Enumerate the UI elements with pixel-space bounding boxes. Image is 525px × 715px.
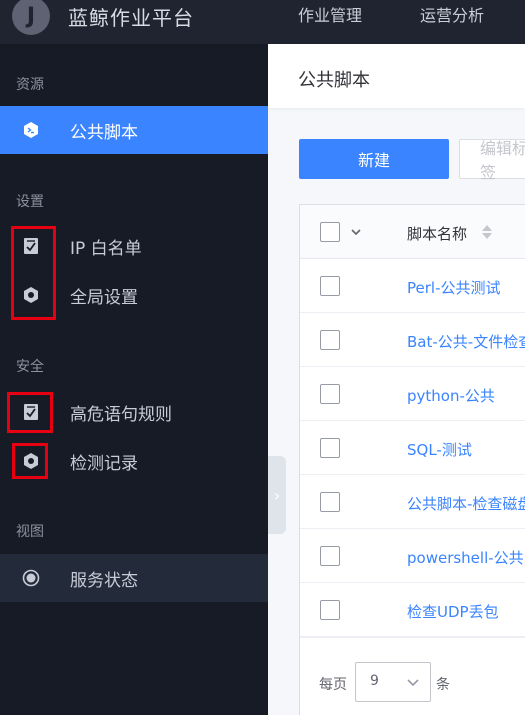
new-button[interactable]: 新建 bbox=[299, 139, 449, 179]
row-checkbox[interactable] bbox=[320, 600, 340, 620]
table-row[interactable]: 公共脚本-检查磁盘 bbox=[300, 475, 525, 529]
sidebar-group-security: 安全 bbox=[16, 359, 44, 375]
row-checkbox[interactable] bbox=[320, 276, 340, 296]
sidebar-collapse-handle[interactable]: › bbox=[268, 456, 286, 534]
chevron-down-icon bbox=[407, 679, 419, 687]
table-row[interactable]: SQL-测试 bbox=[300, 421, 525, 475]
sidebar-item-public-script[interactable]: 公共脚本 bbox=[0, 106, 268, 154]
script-name-link[interactable]: Perl-公共测试 bbox=[407, 277, 501, 298]
top-bar: J 蓝鲸作业平台 作业管理 运营分析 bbox=[0, 0, 525, 44]
radio-icon bbox=[22, 569, 40, 587]
sidebar-item-label: IP 白名单 bbox=[70, 238, 142, 259]
sidebar-item-label: 全局设置 bbox=[70, 287, 138, 308]
nav-job-management[interactable]: 作业管理 bbox=[298, 2, 362, 26]
script-name-link[interactable]: python-公共 bbox=[407, 385, 495, 406]
script-name-link[interactable]: Bat-公共-文件检查 bbox=[407, 331, 525, 352]
select-all-checkbox[interactable] bbox=[320, 222, 340, 242]
sidebar: 资源 公共脚本 设置 IP 白名单 全局设置 安全 高危语句规则 检测记录 视图 bbox=[0, 44, 268, 715]
page-header: 公共脚本 bbox=[268, 44, 525, 108]
script-name-link[interactable]: SQL-测试 bbox=[407, 439, 472, 460]
page-title: 公共脚本 bbox=[298, 70, 370, 91]
per-page-value: 9 bbox=[370, 673, 379, 689]
sidebar-group-settings: 设置 bbox=[16, 194, 44, 210]
table-row[interactable]: Bat-公共-文件检查 bbox=[300, 313, 525, 367]
script-name-link[interactable]: powershell-公共 bbox=[407, 547, 524, 568]
per-page-select[interactable]: 9 bbox=[355, 662, 431, 702]
per-page-prefix: 每页 bbox=[319, 677, 347, 693]
script-name-link[interactable]: 公共脚本-检查磁盘 bbox=[407, 493, 525, 514]
sidebar-item-service-status[interactable]: 服务状态 bbox=[0, 554, 268, 602]
script-table: 脚本名称 Perl-公共测试 Bat-公共-文件检查 python-公共 SQL… bbox=[299, 204, 525, 715]
chevron-down-icon[interactable] bbox=[350, 227, 362, 237]
script-name-link[interactable]: 检查UDP丢包 bbox=[407, 601, 499, 622]
script-icon bbox=[22, 121, 40, 139]
edit-tags-button[interactable]: 编辑标签 bbox=[459, 139, 525, 182]
row-checkbox[interactable] bbox=[320, 384, 340, 404]
sidebar-group-resources: 资源 bbox=[16, 77, 44, 93]
table-header: 脚本名称 bbox=[300, 205, 525, 259]
per-page-suffix: 条 bbox=[436, 677, 450, 693]
sidebar-item-label: 服务状态 bbox=[70, 570, 138, 591]
pagination: 每页 9 条 bbox=[300, 637, 525, 715]
highlight-box-rules-icon bbox=[7, 392, 53, 433]
highlight-box-settings-icons bbox=[11, 226, 56, 320]
row-checkbox[interactable] bbox=[320, 492, 340, 512]
nav-operation-analysis[interactable]: 运营分析 bbox=[420, 2, 484, 26]
sidebar-item-label: 高危语句规则 bbox=[70, 404, 172, 425]
table-row[interactable]: 检查UDP丢包 bbox=[300, 583, 525, 637]
row-checkbox[interactable] bbox=[320, 330, 340, 350]
chevron-right-icon: › bbox=[273, 485, 281, 505]
column-header-name[interactable]: 脚本名称 bbox=[407, 223, 467, 244]
sidebar-item-label: 公共脚本 bbox=[70, 122, 138, 143]
row-checkbox[interactable] bbox=[320, 438, 340, 458]
logo-letter: J bbox=[26, 3, 36, 29]
logo[interactable]: J bbox=[12, 0, 50, 35]
table-row[interactable]: python-公共 bbox=[300, 367, 525, 421]
sort-icon[interactable] bbox=[480, 223, 494, 241]
app-title[interactable]: 蓝鲸作业平台 bbox=[68, 2, 194, 31]
sidebar-item-label: 检测记录 bbox=[70, 453, 138, 474]
table-row[interactable]: powershell-公共 bbox=[300, 529, 525, 583]
highlight-box-records-icon bbox=[12, 443, 48, 479]
sidebar-group-view: 视图 bbox=[16, 524, 44, 540]
table-row[interactable]: Perl-公共测试 bbox=[300, 259, 525, 313]
row-checkbox[interactable] bbox=[320, 546, 340, 566]
